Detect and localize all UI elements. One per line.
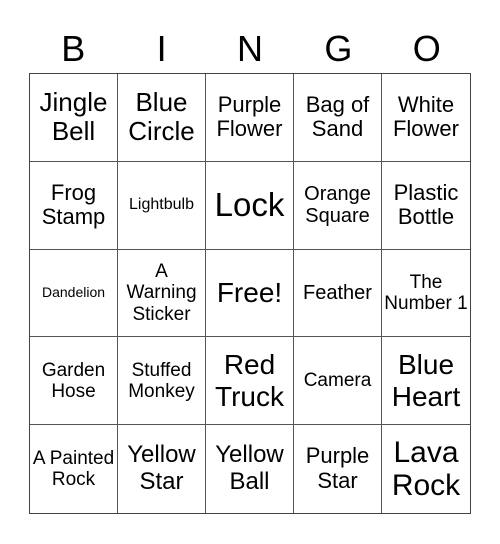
bingo-cell[interactable]: Red Truck: [206, 337, 294, 426]
bingo-cell[interactable]: Blue Circle: [118, 74, 206, 162]
bingo-cell[interactable]: Orange Square: [294, 161, 382, 250]
bingo-cell[interactable]: Camera: [294, 337, 382, 426]
bingo-cell[interactable]: Feather: [294, 249, 382, 338]
bingo-cell[interactable]: Lava Rock: [382, 425, 470, 513]
bingo-cell[interactable]: White Flower: [382, 74, 470, 162]
bingo-cell[interactable]: Plastic Bottle: [382, 162, 470, 250]
bingo-cell[interactable]: Purple Star: [294, 425, 382, 513]
bingo-card-grid: Jingle Bell Blue Circle Purple Flower Ba…: [29, 73, 471, 514]
header-letter-g: G: [324, 28, 353, 69]
header-letter-b: B: [61, 28, 86, 69]
bingo-cell[interactable]: Lightbulb: [118, 161, 206, 250]
bingo-cell[interactable]: Lock: [206, 161, 294, 250]
bingo-cell[interactable]: Stuffed Monkey: [118, 337, 206, 426]
bingo-cell[interactable]: A Warning Sticker: [118, 249, 206, 338]
bingo-cell[interactable]: Yellow Star: [118, 425, 206, 513]
bingo-cell[interactable]: Garden Hose: [30, 337, 118, 426]
header-letter-i: I: [156, 28, 167, 69]
bingo-cell[interactable]: Jingle Bell: [30, 74, 118, 162]
bingo-cell[interactable]: Frog Stamp: [30, 161, 118, 250]
header-letter-n: N: [236, 28, 263, 69]
header-letter-o: O: [412, 28, 441, 69]
bingo-cell[interactable]: Yellow Ball: [206, 425, 294, 513]
bingo-cell[interactable]: A Painted Rock: [30, 425, 118, 513]
bingo-cell[interactable]: Blue Heart: [382, 337, 470, 426]
bingo-cell[interactable]: Purple Flower: [206, 74, 294, 162]
bingo-header: B I N G O: [29, 26, 471, 72]
bingo-cell[interactable]: The Number 1: [382, 250, 470, 338]
bingo-cell[interactable]: Bag of Sand: [294, 74, 382, 162]
bingo-cell[interactable]: Dandelion: [30, 249, 118, 338]
free-space-cell[interactable]: Free!: [206, 249, 294, 338]
